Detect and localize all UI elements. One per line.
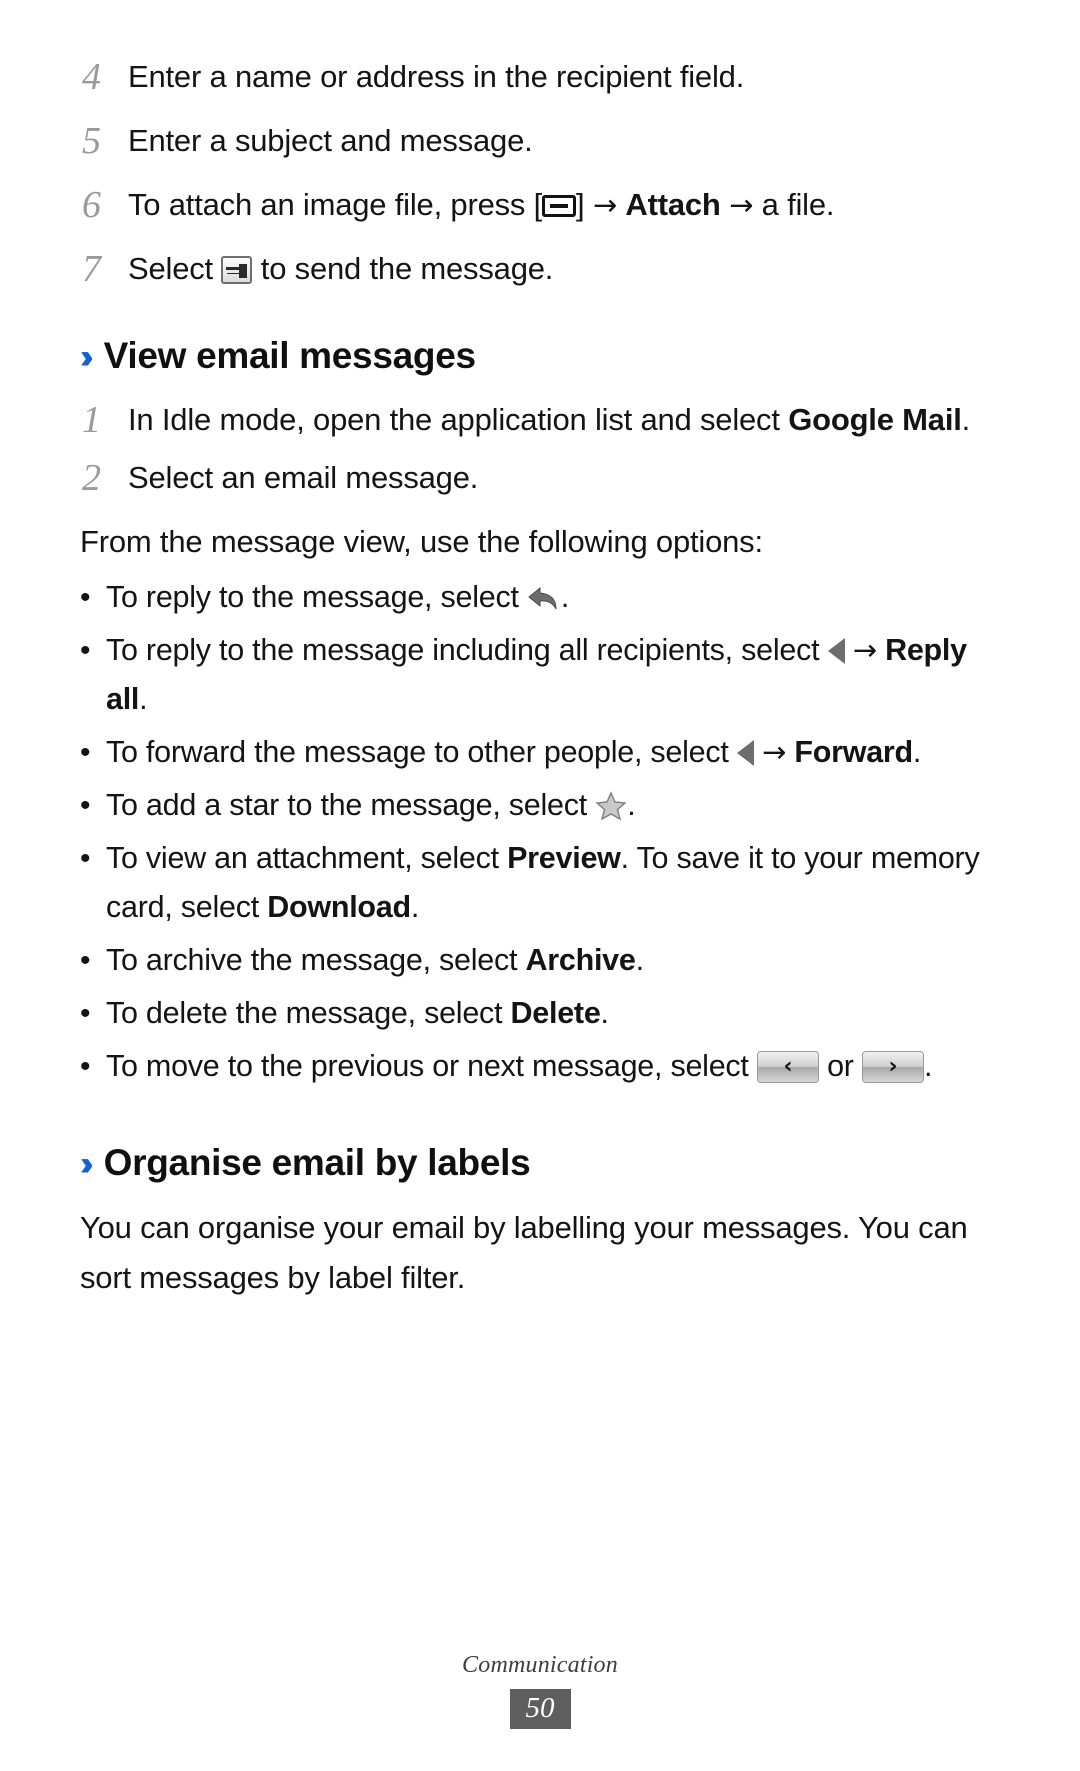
send-message-icon (221, 256, 253, 284)
list-item: • To move to the previous or next messag… (80, 1042, 996, 1091)
bullet-text-after: . (560, 579, 570, 614)
delete-label: Delete (510, 995, 601, 1030)
section-heading-view-email: ›› View email messages (80, 335, 996, 377)
step-text: Select to send the message. (128, 244, 996, 294)
arrow-right-glyph: → (729, 188, 754, 222)
bullet-text-after: . (635, 942, 644, 977)
bullet-text-before: To archive the message, select (106, 942, 526, 977)
chevron-marker-icon: ›› (80, 1144, 93, 1183)
list-item: • To archive the message, select Archive… (80, 936, 996, 985)
step-text-mid: ] (576, 187, 593, 222)
list-item-text: To archive the message, select Archive. (106, 936, 996, 985)
arrow-right-glyph: → (852, 632, 877, 667)
organise-email-paragraph: You can organise your email by labelling… (80, 1210, 968, 1296)
list-item: • To add a star to the message, select . (80, 781, 996, 830)
step-item: 1 In Idle mode, open the application lis… (80, 395, 996, 445)
bullet-text-before: To delete the message, select (106, 995, 511, 1030)
bullet-text-before: To add a star to the message, select (106, 787, 596, 822)
menu-key-icon (542, 195, 577, 217)
step-text-before: To attach an image file, press [ (128, 187, 543, 222)
bullet-text-before: To view an attachment, select (106, 840, 508, 875)
bullet-text-mid: or (818, 1048, 862, 1083)
step-text-after: a file. (753, 187, 835, 222)
step-item: 7 Select to send the message. (80, 244, 996, 294)
step-item: 5 Enter a subject and message. (80, 116, 996, 166)
arrow-right-glyph: → (592, 188, 617, 222)
arrow-right-glyph: → (762, 734, 787, 769)
step-text: Enter a subject and message. (128, 123, 533, 158)
bullet-text-after: . (923, 1048, 933, 1083)
bullet-dot: • (80, 580, 91, 614)
step-text-before: Select (128, 251, 222, 286)
step-text: Select an email message. (128, 459, 479, 495)
list-item: • To view an attachment, select Preview.… (80, 834, 996, 932)
bullet-text-before: To reply to the message including all re… (106, 632, 828, 667)
footer-section-title: Communication (462, 1652, 618, 1678)
step-number: 5 (82, 120, 101, 162)
step-text-after: to send the message. (252, 251, 554, 286)
left-triangle-icon (736, 739, 754, 766)
step-number: 6 (82, 184, 101, 226)
bullet-dot: • (80, 943, 91, 977)
list-item-text: To forward the message to other people, … (106, 728, 996, 777)
list-item-text: To add a star to the message, select . (106, 781, 996, 830)
list-item: • To reply to the message including all … (80, 626, 996, 724)
step-number: 2 (82, 456, 101, 499)
bullet-dot: • (80, 735, 91, 769)
step-number: 1 (82, 398, 101, 441)
left-triangle-icon (827, 637, 845, 664)
bullet-text-after: . (139, 681, 148, 716)
attach-label: Attach (625, 187, 721, 222)
page-footer: Communication 50 (0, 1652, 1080, 1729)
bullet-dot: • (80, 1049, 91, 1083)
previous-message-button: ‹ (756, 1050, 819, 1083)
bullet-text-before: To forward the message to other people, … (106, 734, 737, 769)
step-text: Enter a name or address in the recipient… (128, 59, 745, 94)
bullet-text-after: . (912, 734, 922, 769)
section-heading-organise-email: ›› Organise email by labels (80, 1141, 996, 1184)
list-item: • To delete the message, select Delete. (80, 989, 996, 1038)
list-item-text: To reply to the message including all re… (106, 626, 996, 724)
step-text: To attach an image file, press [] → Atta… (128, 180, 996, 230)
bullet-text-after: . (410, 889, 420, 924)
step-text-after: . (961, 401, 971, 437)
list-item-text: To view an attachment, select Preview. T… (106, 834, 996, 932)
section-heading-text: View email messages (103, 335, 476, 376)
list-item-text: To reply to the message, select . (106, 573, 996, 622)
forward-label: Forward (794, 734, 913, 769)
page-number-badge: 50 (509, 1689, 571, 1729)
bullet-text-after: . (600, 995, 609, 1030)
bullet-text-before: To move to the previous or next message,… (106, 1048, 757, 1083)
step-item: 6 To attach an image file, press [] → At… (80, 180, 996, 230)
step-item: 2 Select an email message. (80, 453, 996, 503)
archive-label: Archive (525, 942, 636, 977)
next-message-button: › (861, 1050, 924, 1083)
step-text-before: In Idle mode, open the application list … (128, 401, 789, 437)
star-icon (595, 790, 627, 821)
step-number: 7 (82, 248, 101, 290)
chevron-right-icon: › (888, 1053, 898, 1079)
bullet-text-before: To reply to the message, select (106, 579, 527, 614)
list-item: • To reply to the message, select . (80, 573, 996, 622)
list-item-text: To delete the message, select Delete. (106, 989, 996, 1038)
document-page: 4 Enter a name or address in the recipie… (0, 0, 1080, 1771)
options-intro-text: From the message view, use the following… (80, 523, 763, 559)
bullet-dot: • (80, 788, 91, 822)
step-item: 4 Enter a name or address in the recipie… (80, 52, 996, 102)
preview-label: Preview (507, 840, 621, 875)
chevron-marker-icon: ›› (80, 338, 93, 376)
section-heading-text: Organise email by labels (103, 1141, 531, 1183)
bullet-dot: • (80, 996, 91, 1030)
bullet-dot: • (80, 633, 91, 667)
bullet-dot: • (80, 841, 91, 875)
chevron-left-icon: ‹ (783, 1053, 793, 1079)
bullet-text-after: . (627, 787, 636, 822)
download-label: Download (267, 889, 411, 924)
reply-arrow-icon (528, 586, 557, 609)
list-item: • To forward the message to other people… (80, 728, 996, 777)
step-number: 4 (82, 56, 101, 98)
list-item-text: To move to the previous or next message,… (106, 1042, 996, 1091)
step-text: In Idle mode, open the application list … (128, 395, 996, 445)
google-mail-label: Google Mail (788, 401, 962, 437)
